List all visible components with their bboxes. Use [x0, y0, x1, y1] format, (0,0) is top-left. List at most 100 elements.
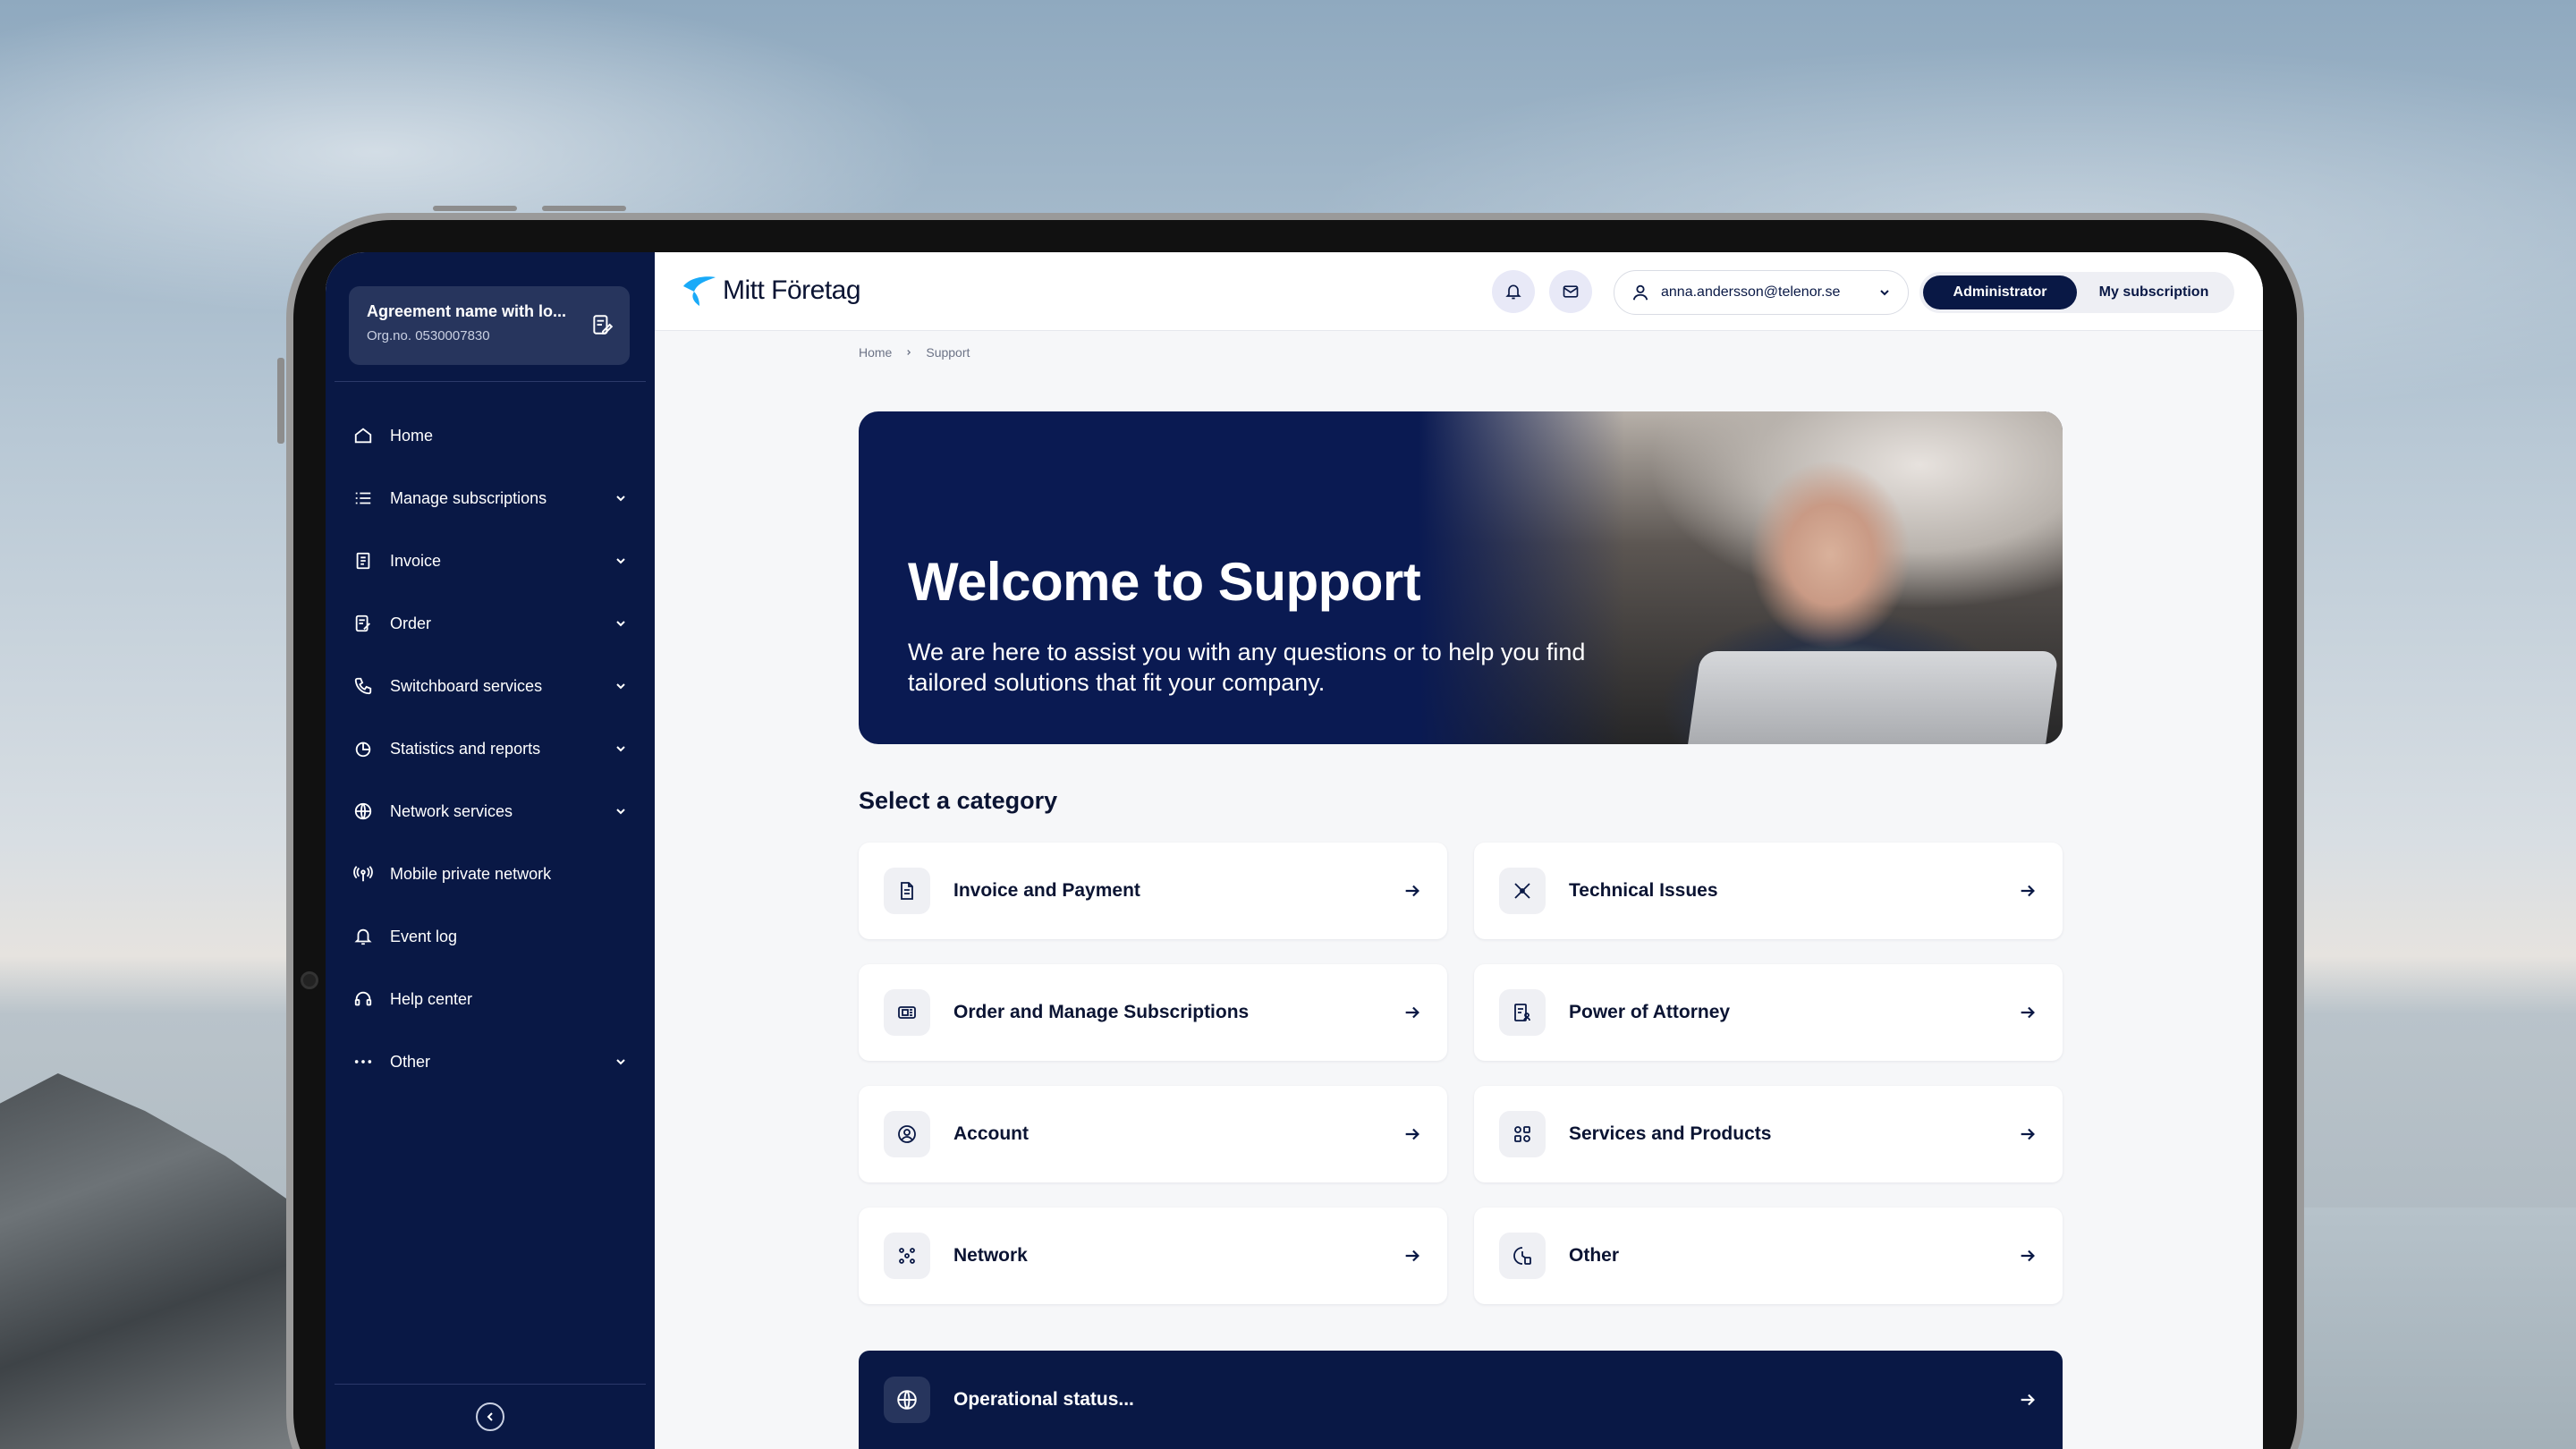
arrow-right-icon: [2021, 1006, 2035, 1019]
arrow-right-icon: [1405, 885, 1419, 897]
sidebar-item-switchboard-services[interactable]: Switchboard services: [326, 655, 655, 717]
sidebar-item-invoice[interactable]: Invoice: [326, 530, 655, 592]
category-label: Power of Attorney: [1569, 1002, 1731, 1022]
sidebar-item-label: Switchboard services: [390, 676, 543, 695]
sidebar-item-label: Mobile private network: [390, 864, 552, 883]
device-volume-button: [433, 206, 517, 211]
category-card-power-of-attorney[interactable]: Power of Attorney: [1474, 964, 2063, 1061]
category-card-network[interactable]: Network: [859, 1208, 1447, 1304]
category-card-order-and-manage-subscriptions[interactable]: Order and Manage Subscriptions: [859, 964, 1447, 1061]
sidebar-item-manage-subscriptions[interactable]: Manage subscriptions: [326, 467, 655, 530]
category-label: Services and Products: [1569, 1123, 1772, 1144]
sidebar-item-label: Network services: [390, 801, 513, 820]
category-label: Order and Manage Subscriptions: [953, 1002, 1250, 1022]
globe-icon: [884, 1377, 930, 1423]
chevron-down-icon: [616, 496, 625, 502]
sidebar-item-statistics-and-reports[interactable]: Statistics and reports: [326, 717, 655, 780]
category-card-account[interactable]: Account: [859, 1086, 1447, 1182]
arrow-right-icon: [2021, 1128, 2035, 1140]
sidebar-item-label: Event log: [390, 927, 458, 945]
more-icon: [352, 1051, 374, 1072]
category-label: Network: [953, 1245, 1028, 1266]
sidebar-item-label: Home: [390, 426, 434, 445]
arrow-right-icon: [2021, 1394, 2035, 1406]
brand-name: Mitt Företag: [723, 275, 861, 305]
sidebar-item-label: Manage subscriptions: [390, 488, 547, 507]
sidebar-item-help-center[interactable]: Help center: [326, 968, 655, 1030]
phone-icon: [352, 675, 374, 697]
notifications-button[interactable]: [1492, 270, 1535, 313]
hero-photo-laptop: [1687, 651, 2059, 744]
agreement-org-number: Org.no. 0530007830: [367, 328, 490, 343]
sidebar-item-label: Other: [390, 1052, 431, 1071]
arrow-right-icon: [2021, 1250, 2035, 1262]
user-email: anna.andersson@telenor.se: [1661, 284, 1841, 300]
sim-card-icon: [884, 989, 930, 1036]
sidebar-item-network-services[interactable]: Network services: [326, 780, 655, 843]
sidebar-item-home[interactable]: Home: [326, 404, 655, 467]
chevron-down-icon: [1880, 290, 1889, 296]
chevron-down-icon: [616, 621, 625, 627]
chevron-down-icon: [616, 809, 625, 815]
list-icon: [352, 487, 374, 509]
antenna-icon: [352, 863, 374, 885]
arrow-right-icon: [1405, 1006, 1419, 1019]
user-menu[interactable]: anna.andersson@telenor.se: [1614, 270, 1909, 315]
role-my-subscription-button[interactable]: My subscription: [2077, 275, 2231, 309]
sidebar-item-event-log[interactable]: Event log: [326, 905, 655, 968]
sidebar-nav: Home Manage subscriptions Invoice Order …: [326, 404, 655, 1093]
edit-document-icon[interactable]: [590, 313, 614, 336]
sidebar-item-label: Order: [390, 614, 432, 632]
device-camera: [301, 971, 318, 989]
arrow-right-icon: [2021, 885, 2035, 897]
user-circle-icon: [884, 1111, 930, 1157]
category-card-services-and-products[interactable]: Services and Products: [1474, 1086, 2063, 1182]
sidebar-item-order[interactable]: Order: [326, 592, 655, 655]
category-label: Account: [953, 1123, 1029, 1144]
category-label: Invoice and Payment: [953, 880, 1140, 901]
arrow-right-icon: [1405, 1250, 1419, 1262]
messages-button[interactable]: [1549, 270, 1592, 313]
category-card-technical-issues[interactable]: Technical Issues: [1474, 843, 2063, 939]
role-toggle: Administrator My subscription: [1919, 272, 2234, 313]
tools-icon: [1499, 868, 1546, 914]
attorney-icon: [1499, 989, 1546, 1036]
category-label: Technical Issues: [1569, 880, 1718, 901]
telenor-logo-icon: [683, 276, 716, 306]
category-grid: Invoice and Payment Technical Issues Ord…: [859, 843, 2063, 1304]
sidebar-item-label: Help center: [390, 989, 473, 1008]
order-icon: [352, 613, 374, 634]
category-section-title: Select a category: [859, 787, 1058, 814]
headset-icon: [352, 988, 374, 1010]
device-side-button: [277, 358, 284, 444]
services-icon: [1499, 1111, 1546, 1157]
other-icon: [1499, 1233, 1546, 1279]
role-administrator-button[interactable]: Administrator: [1923, 275, 2077, 309]
sidebar-item-other[interactable]: Other: [326, 1030, 655, 1093]
category-card-other[interactable]: Other: [1474, 1208, 2063, 1304]
globe-icon: [352, 801, 374, 822]
sidebar-divider: [335, 381, 646, 382]
sidebar-item-mobile-private-network[interactable]: Mobile private network: [326, 843, 655, 905]
arrow-right-icon: [1405, 1128, 1419, 1140]
category-card-invoice-and-payment[interactable]: Invoice and Payment: [859, 843, 1447, 939]
user-icon: [1632, 284, 1648, 301]
agreement-selector[interactable]: Agreement name with lo... Org.no. 053000…: [349, 286, 630, 365]
pie-chart-icon: [352, 738, 374, 759]
sidebar-item-label: Statistics and reports: [390, 739, 541, 758]
breadcrumb-home-link[interactable]: Home: [859, 345, 892, 360]
brand-logo[interactable]: Mitt Företag: [682, 274, 861, 308]
mail-icon: [1563, 285, 1579, 298]
breadcrumb-current: Support: [926, 345, 970, 360]
collapse-sidebar-button[interactable]: [476, 1402, 504, 1431]
operational-status-card[interactable]: Operational status...: [859, 1351, 2063, 1449]
hero-text: We are here to assist you with any quest…: [908, 639, 1586, 696]
device-volume-button: [542, 206, 626, 211]
background-sea: [2281, 1208, 2576, 1449]
main-content: Mitt Företag anna.andersson@telenor.se A…: [655, 252, 2263, 1449]
invoice-icon: [352, 550, 374, 572]
app-screen: Agreement name with lo... Org.no. 053000…: [326, 252, 2263, 1449]
sidebar-item-label: Invoice: [390, 551, 442, 570]
home-icon: [352, 425, 374, 446]
agreement-name: Agreement name with lo...: [367, 302, 567, 320]
